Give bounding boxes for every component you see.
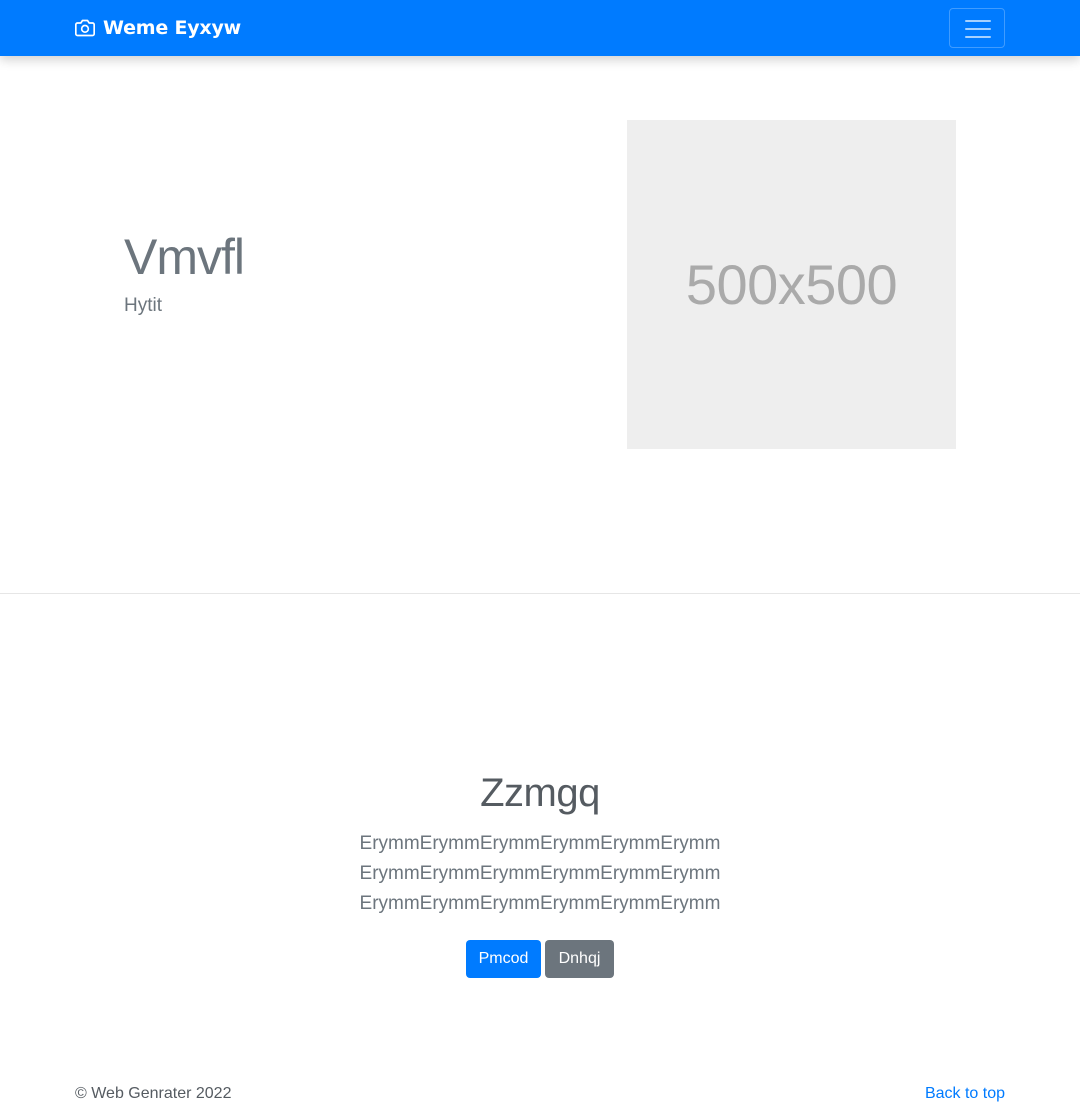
navbar: Weme Eyxyw: [0, 0, 1080, 56]
hamburger-menu-icon: [965, 20, 991, 22]
navbar-toggler-button[interactable]: [949, 8, 1005, 48]
hero-title: Vmvfl: [124, 229, 245, 285]
primary-button[interactable]: Pmcod: [466, 940, 541, 978]
placeholder-label: 500x500: [685, 253, 898, 316]
camera-icon: [75, 19, 95, 37]
hero-subtitle: Hytit: [124, 295, 162, 316]
footer-copyright: © Web Genrater 2022: [75, 1085, 232, 1102]
brand-link[interactable]: Weme Eyxyw: [75, 14, 241, 42]
brand-text: Weme Eyxyw: [103, 17, 242, 39]
hero-image-placeholder: 500x500: [627, 120, 956, 449]
section-title: Zzmgq: [480, 771, 600, 815]
back-to-top-link[interactable]: Back to top: [925, 1085, 1005, 1103]
section-divider: [0, 593, 1080, 594]
secondary-button[interactable]: Dnhqj: [545, 940, 614, 978]
section-lead: ErymmErymmErymmErymmErymmErymmErymmErymm…: [359, 833, 721, 914]
